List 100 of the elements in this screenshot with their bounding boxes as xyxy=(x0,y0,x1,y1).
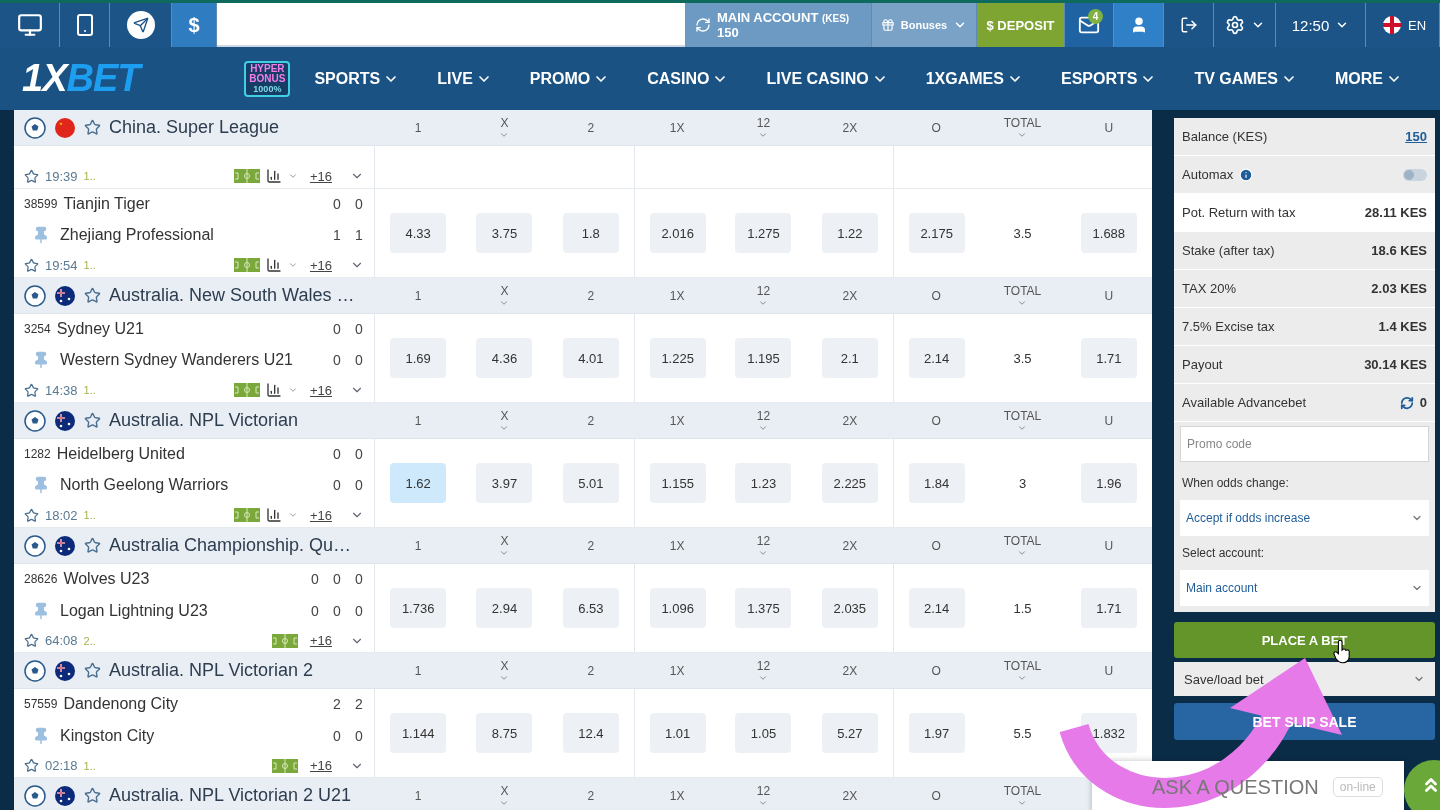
odds-button[interactable]: 5.27 xyxy=(821,713,878,753)
team-name[interactable]: Dandenong City xyxy=(63,695,179,713)
odds-button[interactable]: 1.71 xyxy=(1080,588,1137,628)
more-bets-link[interactable]: +16 xyxy=(309,633,332,648)
odds-button[interactable]: 4.36 xyxy=(476,338,533,378)
odds-button[interactable]: 2.14 xyxy=(908,338,965,378)
odds-button[interactable]: 1.155 xyxy=(649,463,706,503)
odds-button[interactable]: 1.62 xyxy=(390,463,447,503)
team-name[interactable]: North Geelong Warriors xyxy=(60,476,229,494)
league-name[interactable]: Australia. NPL Victorian xyxy=(109,410,299,431)
odds-button[interactable]: 2.225 xyxy=(821,463,878,503)
automax-toggle[interactable] xyxy=(1403,168,1427,181)
odds-button[interactable]: 1.71 xyxy=(1080,338,1137,378)
odds-button[interactable]: 1.69 xyxy=(390,338,447,378)
nav-menu-item[interactable]: TV GAMES xyxy=(1194,69,1297,88)
language-button[interactable]: EN xyxy=(1366,3,1440,47)
info-icon[interactable] xyxy=(1239,167,1254,182)
favorite-star-icon[interactable] xyxy=(84,119,101,136)
profile-button[interactable] xyxy=(1114,3,1164,47)
more-bets-link[interactable]: +16 xyxy=(309,507,332,523)
field-icon[interactable] xyxy=(271,633,298,648)
odds-button[interactable]: 1.23 xyxy=(735,463,792,503)
telegram-button[interactable] xyxy=(110,3,172,47)
team-name[interactable]: Zhejiang Professional xyxy=(60,226,214,244)
more-bets-link[interactable]: +16 xyxy=(309,257,332,273)
odds-button[interactable]: 2.016 xyxy=(649,213,706,253)
odds-button[interactable]: 12.4 xyxy=(562,713,619,753)
odds-button[interactable]: 1.375 xyxy=(735,588,792,628)
odds-button[interactable]: 2.94 xyxy=(476,588,533,628)
favorite-star-icon[interactable] xyxy=(24,257,39,273)
league-name[interactable]: Australia. New South Wales … xyxy=(109,285,355,306)
more-bets-link[interactable]: +16 xyxy=(309,382,332,398)
favorite-star-icon[interactable] xyxy=(24,168,39,184)
field-icon[interactable] xyxy=(233,383,260,397)
nav-menu-item[interactable]: PROMO xyxy=(529,69,610,88)
league-name[interactable]: Australia. NPL Victorian 2 U21 xyxy=(109,785,352,806)
promo-badge[interactable]: HYPER BONUS 1000% xyxy=(244,60,291,97)
odds-button[interactable]: 2.175 xyxy=(908,213,965,253)
nav-menu-item[interactable]: SPORTS xyxy=(314,69,400,88)
odds-button[interactable]: 2.1 xyxy=(821,338,878,378)
desktop-version-button[interactable] xyxy=(0,3,60,47)
odds-button[interactable]: 4.01 xyxy=(562,338,619,378)
odds-button[interactable]: 8.75 xyxy=(476,713,533,753)
team-name[interactable]: Sydney U21 xyxy=(56,320,144,338)
field-icon[interactable] xyxy=(233,169,260,183)
mobile-version-button[interactable] xyxy=(60,3,110,47)
odds-button[interactable]: 2.035 xyxy=(821,588,878,628)
odds-button[interactable]: 2.14 xyxy=(908,588,965,628)
logout-button[interactable] xyxy=(1164,3,1214,47)
team-name[interactable]: Tianjin Tiger xyxy=(63,195,150,213)
nav-menu-item[interactable]: ESPORTS xyxy=(1060,69,1157,88)
refresh-icon[interactable] xyxy=(1399,395,1414,410)
nav-menu-item[interactable]: CASINO xyxy=(647,69,729,88)
account-select[interactable]: Main account xyxy=(1180,570,1429,606)
favorite-star-icon[interactable] xyxy=(84,787,101,804)
logo[interactable]: 1XBET xyxy=(22,57,245,100)
statistics-icon[interactable] xyxy=(265,257,282,273)
field-icon[interactable] xyxy=(233,258,260,272)
odds-button[interactable]: 1.84 xyxy=(908,463,965,503)
statistics-icon[interactable] xyxy=(265,507,282,523)
odds-button[interactable]: 3.75 xyxy=(476,213,533,253)
favorite-star-icon[interactable] xyxy=(84,662,101,679)
odds-button[interactable]: 1.195 xyxy=(735,338,792,378)
odds-button[interactable]: 1.096 xyxy=(649,588,706,628)
place-bet-button[interactable]: PLACE A BET xyxy=(1174,622,1435,658)
odds-button[interactable]: 1.736 xyxy=(390,588,447,628)
odds-button[interactable]: 3.97 xyxy=(476,463,533,503)
favorite-star-icon[interactable] xyxy=(24,507,39,523)
league-name[interactable]: China. Super League xyxy=(109,117,280,138)
league-name[interactable]: Australia. NPL Victorian 2 xyxy=(109,660,314,681)
favorite-star-icon[interactable] xyxy=(84,537,101,554)
more-bets-link[interactable]: +16 xyxy=(309,168,332,184)
odds-change-select[interactable]: Accept if odds increase xyxy=(1180,500,1429,536)
nav-menu-item[interactable]: 1XGAMES xyxy=(925,69,1023,88)
favorite-star-icon[interactable] xyxy=(24,382,39,398)
team-name[interactable]: Wolves U23 xyxy=(63,570,150,588)
time-button[interactable]: 12:50 xyxy=(1276,3,1366,47)
field-icon[interactable] xyxy=(271,758,298,773)
more-bets-link[interactable]: +16 xyxy=(309,758,332,773)
balance-link[interactable]: 150 xyxy=(1405,129,1427,144)
nav-menu-item[interactable]: LIVE xyxy=(437,69,492,88)
field-icon[interactable] xyxy=(233,508,260,522)
odds-button[interactable]: 1.275 xyxy=(735,213,792,253)
odds-button[interactable]: 1.05 xyxy=(735,713,792,753)
team-name[interactable]: Heidelberg United xyxy=(56,445,185,463)
team-name[interactable]: Logan Lightning U23 xyxy=(60,601,208,620)
odds-button[interactable]: 4.33 xyxy=(390,213,447,253)
favorite-star-icon[interactable] xyxy=(24,758,39,773)
odds-button[interactable]: 1.97 xyxy=(908,713,965,753)
odds-button[interactable]: 1.96 xyxy=(1080,463,1137,503)
statistics-icon[interactable] xyxy=(265,168,282,184)
favorite-star-icon[interactable] xyxy=(84,287,101,304)
odds-button[interactable]: 1.688 xyxy=(1080,213,1137,253)
odds-button[interactable]: 1.8 xyxy=(562,213,619,253)
nav-menu-item[interactable]: LIVE CASINO xyxy=(766,69,888,88)
settings-button[interactable] xyxy=(1214,3,1276,47)
odds-button[interactable]: 1.225 xyxy=(649,338,706,378)
odds-button[interactable]: 1.22 xyxy=(821,213,878,253)
currency-button[interactable]: $ xyxy=(172,3,217,47)
odds-button[interactable]: 5.01 xyxy=(562,463,619,503)
